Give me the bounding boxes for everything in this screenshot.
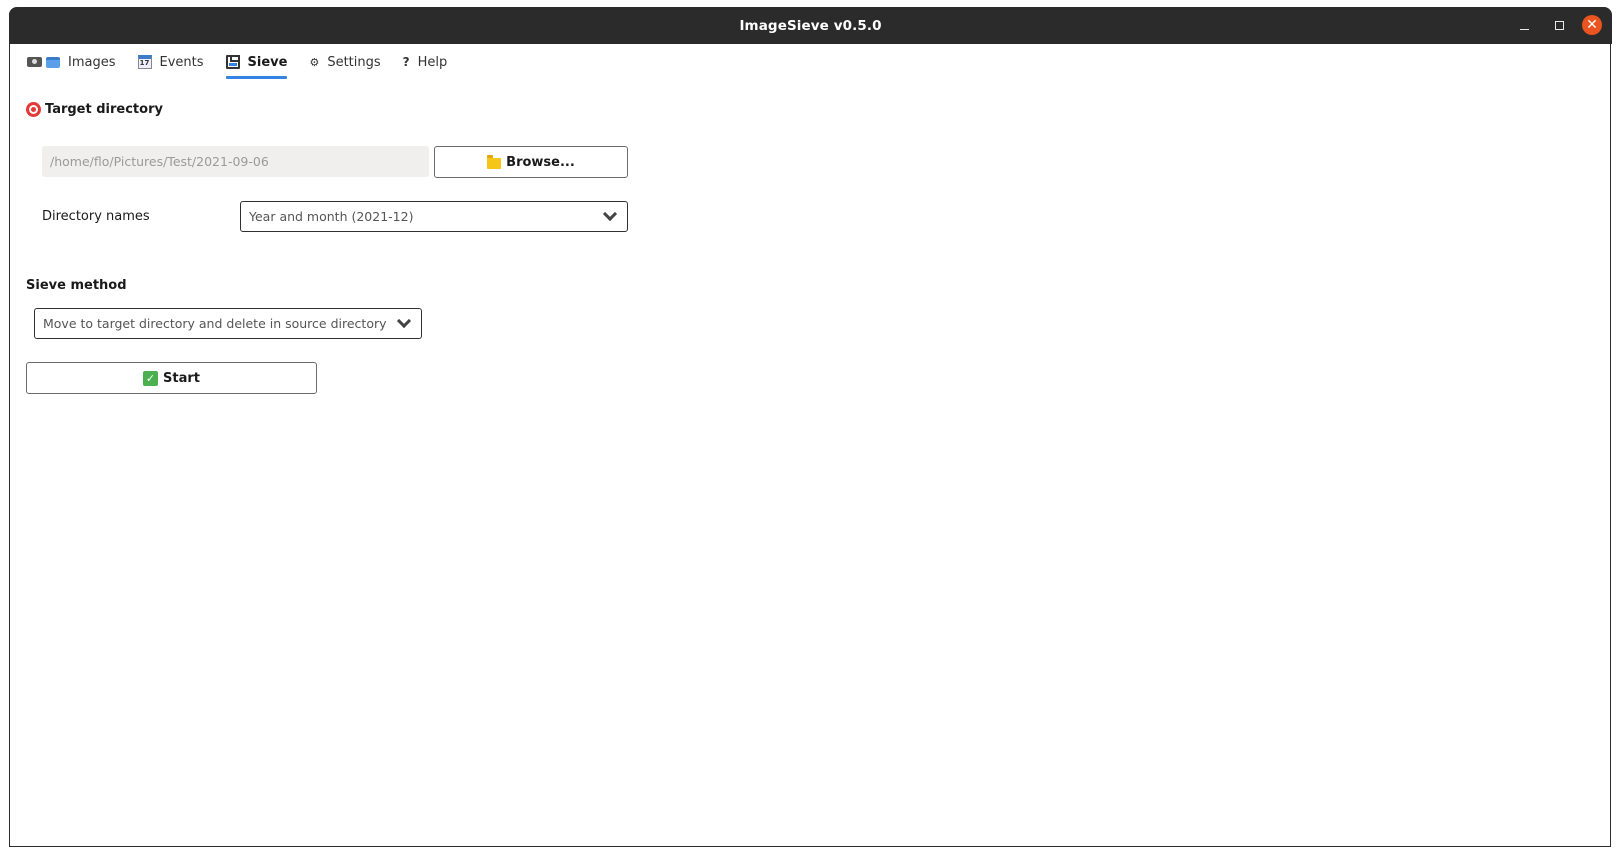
start-button[interactable]: ✓ Start [26,362,317,394]
maximize-button[interactable] [1549,7,1569,44]
target-directory-heading: Target directory [26,102,163,117]
title-bar[interactable]: ImageSieve v0.5.0 ✕ [9,7,1612,44]
tab-label: Images [68,54,116,70]
chevron-down-icon [396,313,412,329]
dropdown-value: Move to target directory and delete in s… [43,316,387,331]
camera-icon [27,57,42,67]
check-mark-icon: ✓ [143,370,158,386]
sieve-method-dropdown[interactable]: Move to target directory and delete in s… [34,308,422,339]
folder-icon [487,154,502,169]
tab-label: Help [417,54,448,70]
target-icon [26,102,41,117]
dropdown-value: Year and month (2021-12) [249,209,414,224]
tab-events[interactable]: 17 Events [128,44,216,80]
minimize-icon [1519,28,1529,31]
question-icon: ? [402,55,410,69]
tab-settings[interactable]: ⚙ Settings [299,44,392,80]
gear-icon: ⚙ [309,55,320,69]
picture-frame-icon [46,56,60,68]
tab-sieve[interactable]: Sieve [216,44,300,80]
directory-names-dropdown[interactable]: Year and month (2021-12) [240,201,628,232]
close-icon: ✕ [1586,17,1598,33]
tab-label: Sieve [247,54,288,70]
calendar-icon: 17 [137,55,152,69]
directory-names-label: Directory names [42,209,150,224]
tab-label: Events [159,54,204,70]
camera-picture-icon [27,56,60,68]
window-title: ImageSieve v0.5.0 [739,17,882,34]
close-button[interactable]: ✕ [1582,15,1602,35]
tab-images[interactable]: Images [17,44,128,80]
target-directory-input[interactable] [42,146,429,177]
tab-bar: Images 17 Events Sieve ⚙ Settings ? Help [17,44,459,80]
maximize-icon [1554,21,1564,30]
app-window: ImageSieve v0.5.0 ✕ Images 17 Events Sie… [9,7,1612,847]
tab-help[interactable]: ? Help [393,44,460,80]
tab-label: Settings [327,54,381,70]
chevron-down-icon [602,206,618,222]
sieve-method-heading: Sieve method [26,278,127,293]
floppy-disk-icon [225,55,240,69]
minimize-button[interactable] [1514,7,1534,44]
browse-button[interactable]: Browse... [434,146,628,178]
